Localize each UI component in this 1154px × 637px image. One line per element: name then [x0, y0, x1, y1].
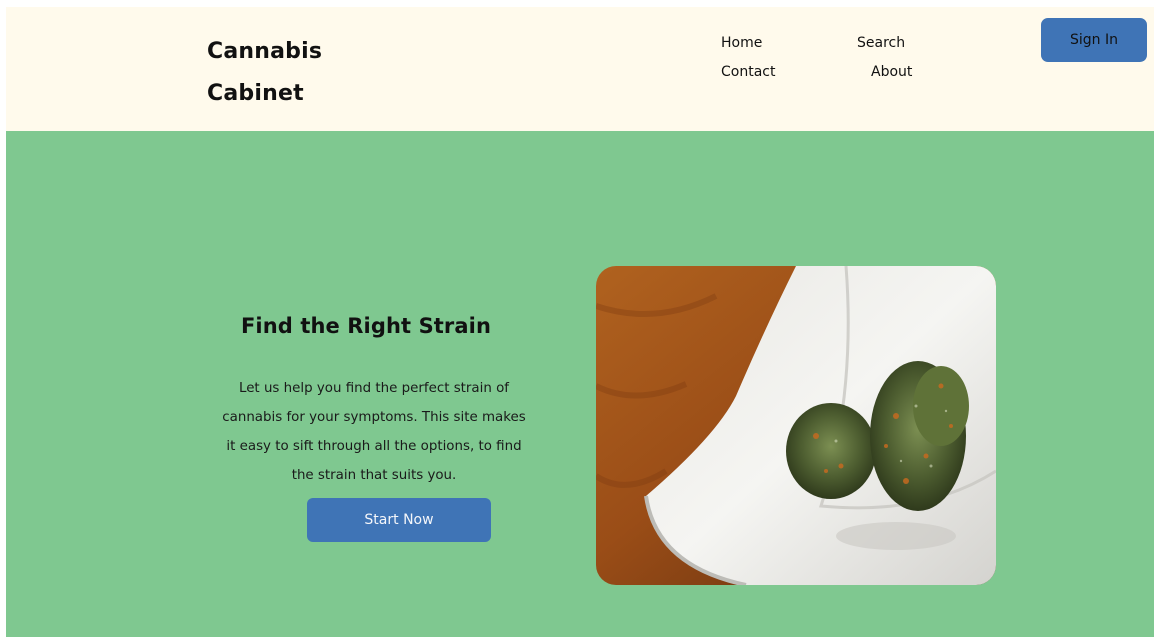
sign-in-button[interactable]: Sign In [1041, 18, 1147, 62]
nav-contact-link[interactable]: Contact [721, 64, 775, 80]
hero-image [596, 266, 996, 585]
start-now-button[interactable]: Start Now [307, 498, 491, 542]
nav-about-link[interactable]: About [871, 64, 912, 80]
site-header: Cannabis Cabinet Home Search Contact Abo… [6, 7, 1154, 131]
cannabis-buds-image [596, 266, 996, 585]
hero-description: Let us help you find the perfect strain … [222, 381, 526, 483]
logo-line-2: Cabinet [207, 81, 304, 106]
nav-home-link[interactable]: Home [721, 35, 762, 51]
hero-title: Find the Right Strain [240, 314, 492, 338]
site-logo[interactable]: Cannabis Cabinet [207, 31, 367, 115]
logo-line-1: Cannabis [207, 39, 323, 64]
nav-search-link[interactable]: Search [857, 35, 905, 51]
hero-section: Find the Right Strain Let us help you fi… [6, 131, 1154, 637]
